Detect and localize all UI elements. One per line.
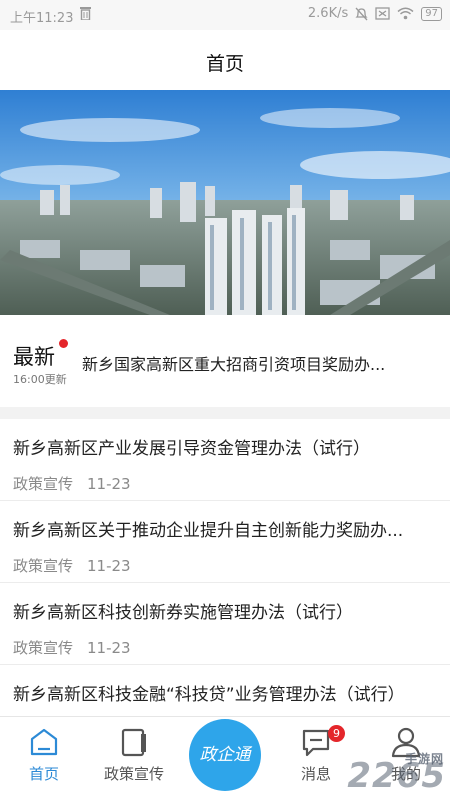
sim-off-icon: [375, 7, 390, 20]
latest-label: 最新: [13, 345, 55, 369]
zhengqitong-center-button[interactable]: 政企通: [189, 719, 261, 791]
news-title: 新乡高新区关于推动企业提升自主创新能力奖励办...: [13, 521, 404, 541]
news-title: 新乡高新区科技创新券实施管理办法（试行）: [13, 603, 353, 623]
tab-messages[interactable]: 9 消息: [276, 725, 356, 784]
tab-policy[interactable]: 政策宣传: [94, 725, 174, 784]
latest-headline[interactable]: 新乡国家高新区重大招商引资项目奖励办...: [82, 351, 427, 375]
section-divider: [0, 407, 450, 419]
news-category: 政策宣传: [13, 557, 74, 575]
tab-messages-label: 消息: [300, 765, 331, 783]
banner-image[interactable]: [0, 90, 450, 315]
latest-updated-time: 16:00更新: [13, 373, 67, 386]
list-item[interactable]: 新乡高新区科技创新券实施管理办法（试行） 政策宣传 11-23: [0, 583, 450, 665]
news-date: 11-23: [87, 639, 131, 657]
page-title: 首页: [205, 53, 244, 75]
news-title: 新乡高新区科技金融“科技贷”业务管理办法（试行）: [13, 685, 405, 705]
trash-icon: [80, 7, 91, 20]
new-dot-indicator: [59, 339, 68, 348]
news-category: 政策宣传: [13, 475, 74, 493]
site-watermark: 2265 手游网: [347, 752, 446, 796]
latest-news-ticker[interactable]: 最新 16:00更新 新乡国家高新区重大招商引资项目奖励办...: [0, 315, 450, 407]
tab-policy-label: 政策宣传: [103, 765, 164, 783]
document-icon: [121, 728, 146, 757]
tab-home-label: 首页: [28, 765, 59, 783]
watermark-sub: 手游网: [404, 752, 444, 766]
tab-home[interactable]: 首页: [4, 725, 84, 784]
news-meta: 政策宣传 11-23: [13, 473, 131, 494]
news-title: 新乡高新区产业发展引导资金管理办法（试行）: [13, 439, 370, 459]
bell-muted-icon: [355, 7, 368, 20]
battery-icon: 97: [421, 6, 442, 21]
status-bar: 上午11:23 2.6K/s 97: [0, 0, 450, 30]
news-meta: 政策宣传 11-23: [13, 555, 131, 576]
list-item[interactable]: 新乡高新区产业发展引导资金管理办法（试行） 政策宣传 11-23: [0, 419, 450, 501]
list-item[interactable]: 新乡高新区关于推动企业提升自主创新能力奖励办... 政策宣传 11-23: [0, 501, 450, 583]
news-meta: 政策宣传 11-23: [13, 637, 131, 658]
news-date: 11-23: [87, 557, 131, 575]
news-category: 政策宣传: [13, 639, 74, 657]
status-right: 2.6K/s 97: [308, 6, 442, 21]
wifi-icon: [397, 7, 414, 20]
news-list: 新乡高新区产业发展引导资金管理办法（试行） 政策宣传 11-23 新乡高新区关于推…: [0, 419, 450, 747]
home-icon: [30, 728, 58, 756]
status-time: 上午11:23: [10, 11, 74, 26]
title-bar: 首页: [0, 30, 450, 90]
news-date: 11-23: [87, 475, 131, 493]
network-speed: 2.6K/s: [307, 6, 349, 21]
messages-badge: 9: [328, 725, 345, 742]
